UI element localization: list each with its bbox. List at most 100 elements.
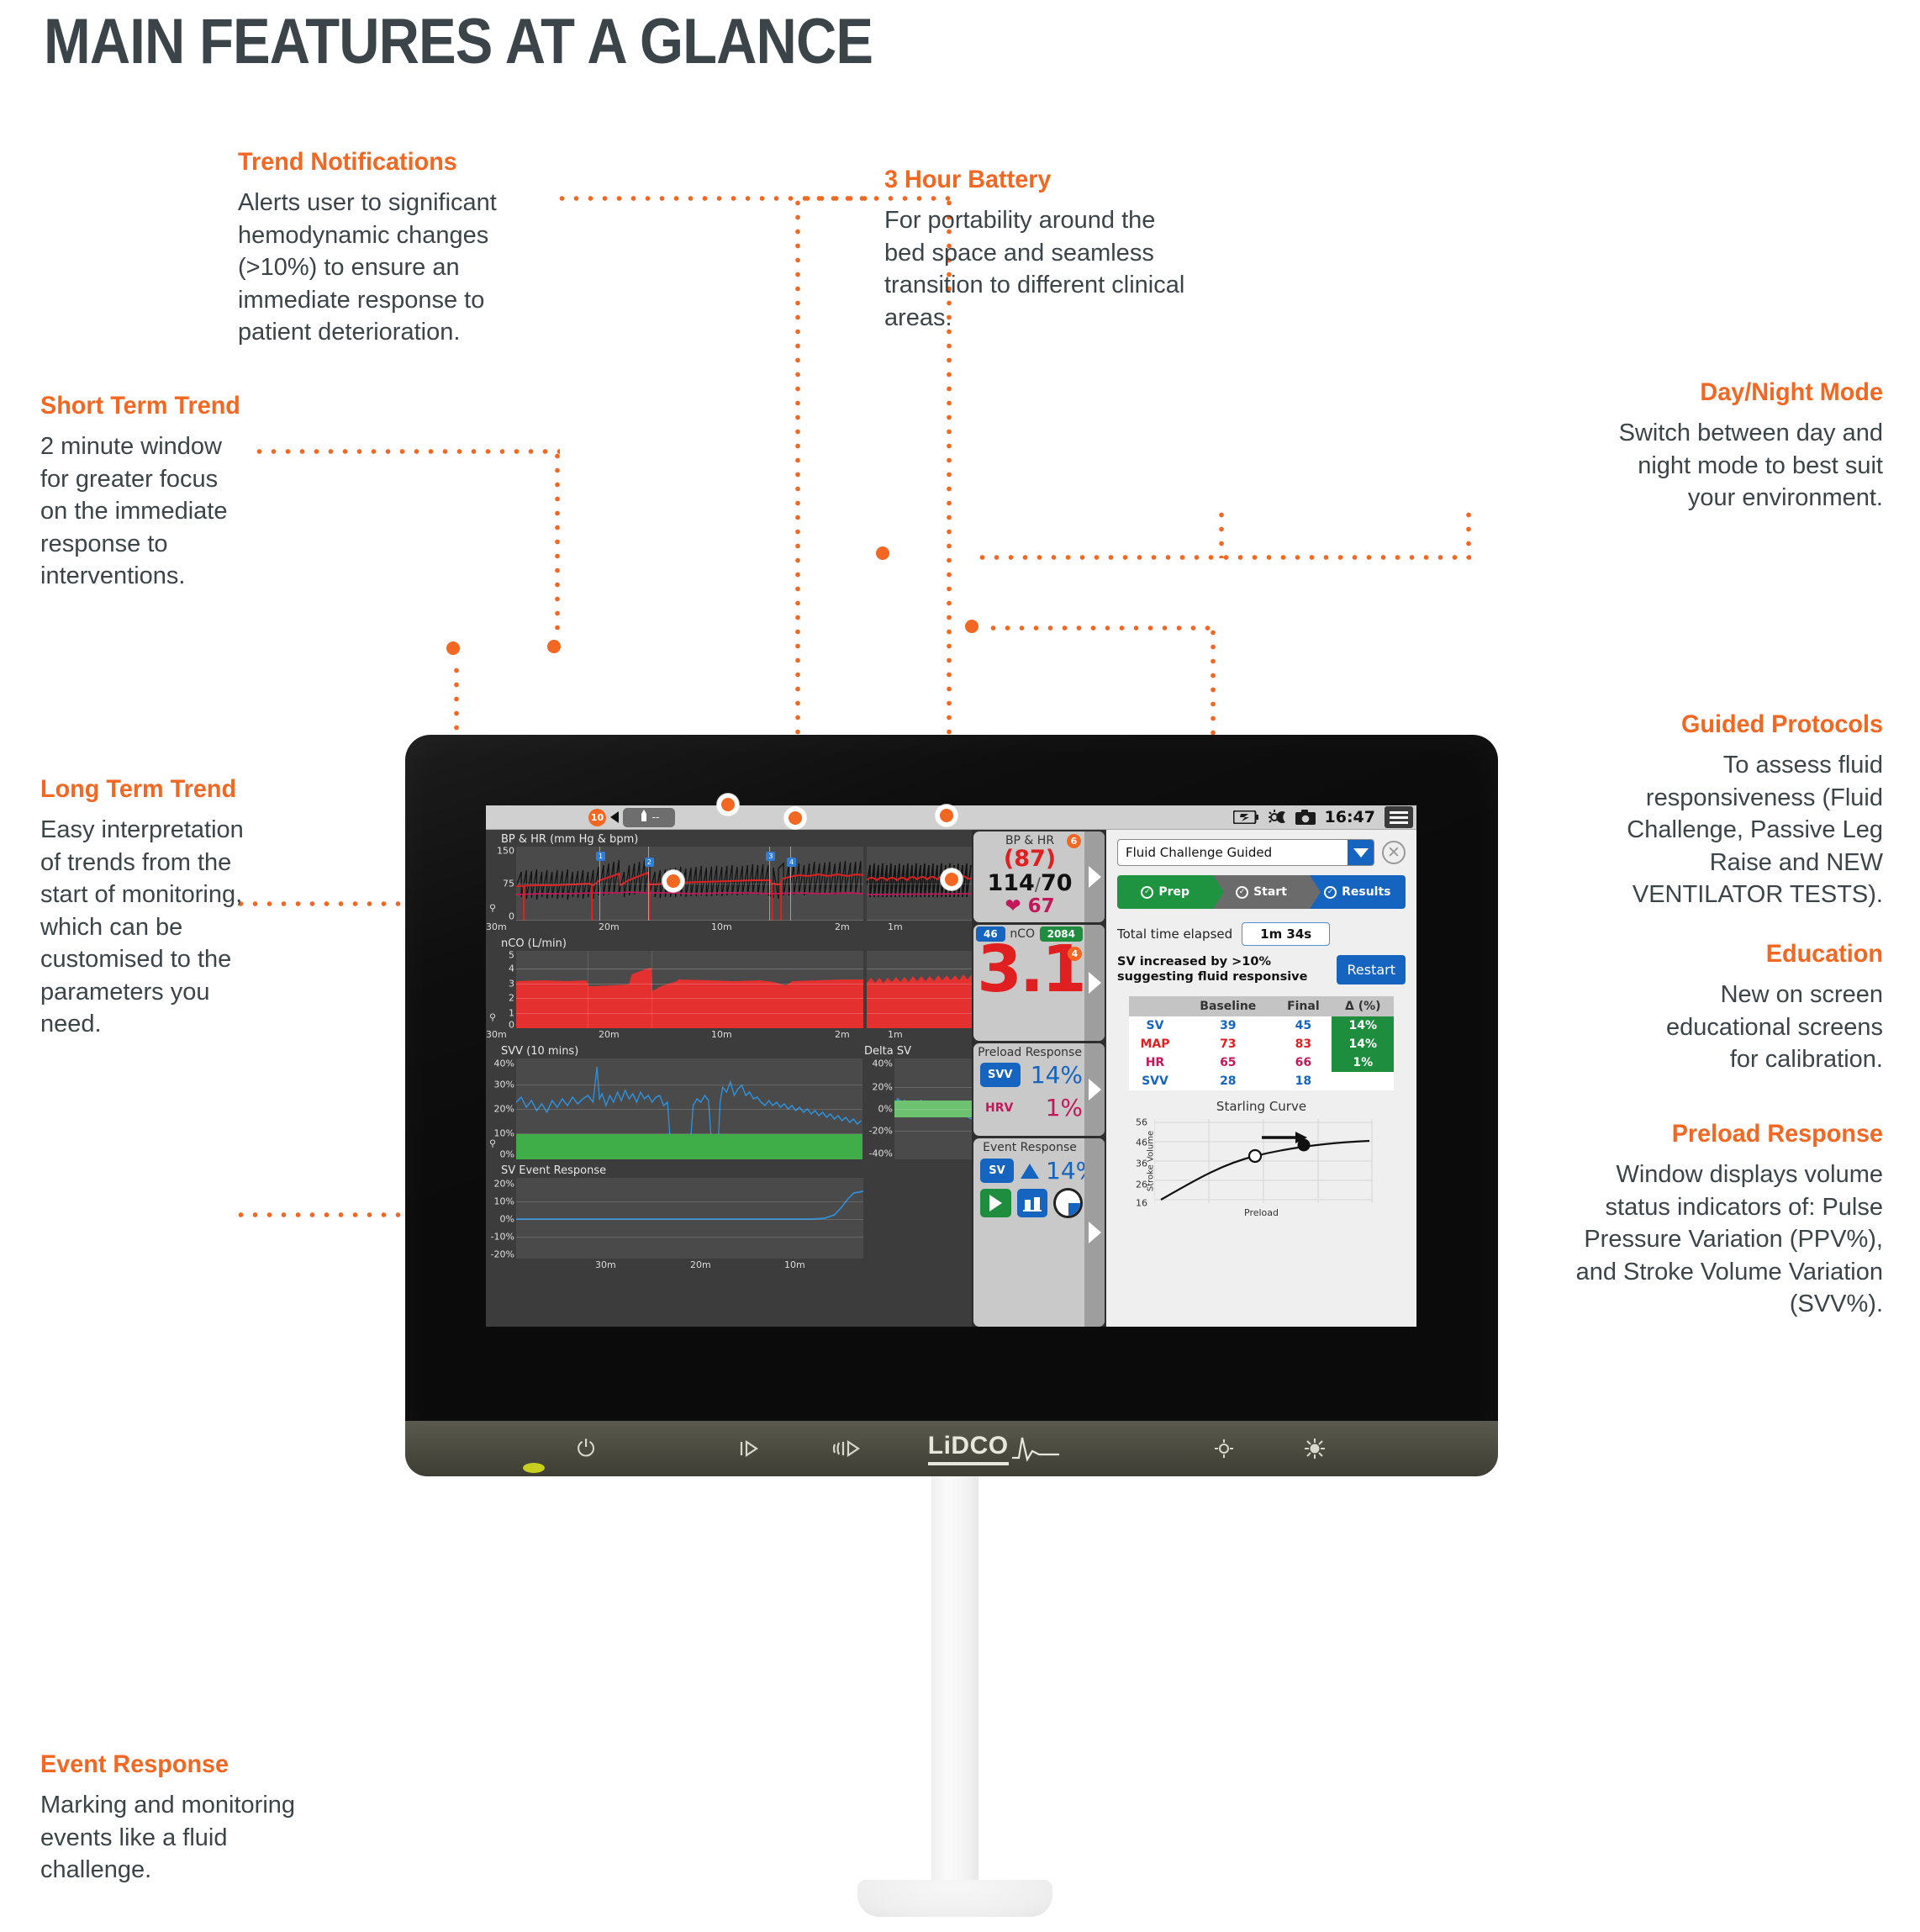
fluid-bolus-icon[interactable] [1017, 1189, 1048, 1217]
y-axis: 20% 10% 0% -10% -20% [486, 1178, 516, 1259]
tile-event-response[interactable]: Event Response SV 14% [973, 1138, 1105, 1327]
night-mode-icon[interactable] [1303, 1438, 1327, 1460]
battery-icon[interactable] [1232, 810, 1258, 824]
y-tick: 40% [493, 1058, 514, 1069]
zoom-icon[interactable]: ⚲ [489, 1012, 514, 1023]
baseline-value: 65 [1181, 1053, 1275, 1072]
plot-area[interactable] [516, 1178, 863, 1259]
check-icon: ✓ [1236, 885, 1249, 899]
chart-nco[interactable]: nCO (L/min) 5 4 3 2 1 0 ⚲ 30m 20m 10m 2m… [486, 937, 972, 1045]
plot-area[interactable] [516, 951, 863, 1028]
callout-title: Guided Protocols [1680, 710, 1883, 738]
chart-bp-hr[interactable]: BP & HR (mm Hg & bpm) 150 75 0 ⚲ 1 2 3 4… [486, 833, 972, 937]
zoom-icon[interactable]: ⚲ [489, 903, 514, 914]
callout-title: Event Response [40, 1750, 229, 1778]
sv-parameter-button[interactable]: SV [980, 1159, 1014, 1183]
plot-area-short[interactable] [867, 951, 972, 1028]
y-tick: 40% [872, 1058, 893, 1069]
expand-arrow-icon[interactable] [1084, 831, 1105, 922]
x-axis: 30m 20m 10m [486, 1259, 972, 1271]
menu-icon[interactable] [1385, 806, 1413, 828]
y-tick: 10% [493, 1196, 514, 1207]
connector-daynight-v [1219, 508, 1224, 558]
guided-protocol-panel[interactable]: Fluid Challenge Guided ✕ ✓ Prep ✓ Start [1106, 830, 1416, 1327]
col-param [1128, 996, 1182, 1016]
nco-alarm-badge[interactable]: 4 [1068, 947, 1082, 961]
probe-status-chip[interactable]: -- [623, 807, 675, 827]
callout-body: Switch between day and night mode to bes… [1618, 420, 1883, 512]
plot-area[interactable] [516, 1058, 862, 1159]
monitor-chin-bar: ⏻ LiDCO [405, 1421, 1498, 1476]
y-tick: 26 [1136, 1179, 1147, 1190]
tile-bp-hr[interactable]: 6 BP & HR (87) 114/70 ❤ 67 [973, 831, 1105, 922]
nco-area-short [867, 974, 972, 1028]
chart-sv-event-response[interactable]: SV Event Response 20% 10% 0% -10% -20% 3… [486, 1164, 972, 1327]
y-tick: -20% [490, 1248, 514, 1260]
svv-parameter-button[interactable]: SVV [980, 1063, 1021, 1087]
x-tick: 2m [835, 921, 850, 932]
event-marker[interactable]: 4 [787, 858, 797, 867]
event-marker[interactable]: 1 [595, 852, 605, 861]
step-prep[interactable]: ✓ Prep [1117, 875, 1225, 909]
step-start[interactable]: ✓ Start [1213, 875, 1321, 909]
step-label: Results [1342, 885, 1391, 899]
step-results[interactable]: ✓ Results [1309, 875, 1406, 909]
play-icon[interactable] [980, 1189, 1011, 1217]
power-icon[interactable]: ⏻ [577, 1437, 594, 1460]
close-icon[interactable]: ✕ [1382, 841, 1406, 864]
callout-title: Day/Night Mode [1700, 378, 1883, 406]
col-final: Final [1274, 996, 1332, 1016]
x-axis-label: Preload [1244, 1207, 1279, 1218]
plot-area-delta[interactable] [894, 1058, 972, 1159]
callout-title: Trend Notifications [238, 148, 457, 176]
tile-nco[interactable]: 46 nCO 2084 4 3.1 [973, 925, 1105, 1041]
chart-svv-deltasv[interactable]: SVV (10 mins) Delta SV 40% 30% 20% 10% 0… [486, 1045, 972, 1164]
y-tick: 2 [509, 992, 514, 1004]
trend-charts-column[interactable]: BP & HR (mm Hg & bpm) 150 75 0 ⚲ 1 2 3 4… [486, 830, 972, 1327]
zoom-icon[interactable]: ⚲ [489, 1138, 514, 1148]
tile-preload-response[interactable]: Preload Response SVV 14% HRV 1% [973, 1043, 1105, 1136]
starling-curve-chart: Starling Curve Stroke Volume 56 46 36 26… [1117, 1099, 1406, 1327]
y-tick: 3 [509, 978, 514, 990]
expand-arrow-icon[interactable] [1084, 925, 1105, 1041]
marker-preload-response [717, 794, 739, 816]
callout-long-term-trend: Long Term Trend Easy interpretation of t… [40, 775, 251, 1041]
nco-area [516, 968, 863, 1028]
param-name: MAP [1128, 1035, 1182, 1053]
day-night-mode-icon[interactable] [1268, 809, 1286, 826]
delta-value: 14% [1332, 1016, 1395, 1035]
delta-value: 14% [1332, 1035, 1395, 1053]
chart-title: BP & HR (mm Hg & bpm) [501, 833, 639, 846]
expand-arrow-icon[interactable] [1084, 1138, 1105, 1327]
clock-time: 16:47 [1324, 808, 1375, 826]
numeric-tiles-column[interactable]: 6 BP & HR (87) 114/70 ❤ 67 46 nCO 2084 4… [972, 830, 1106, 1327]
connector-guided-h [972, 626, 1216, 631]
plot-area[interactable]: 1 2 3 4 [516, 847, 863, 921]
x-tick: 1m [888, 1029, 903, 1040]
bp-alarm-badge[interactable]: 6 [1067, 834, 1081, 848]
expand-arrow-icon[interactable] [1084, 1043, 1105, 1136]
callout-body: 2 minute window for greater focus on the… [40, 433, 228, 590]
x-tick: 20m [690, 1259, 711, 1270]
chevron-down-icon[interactable] [1348, 840, 1374, 865]
event-marker[interactable]: 3 [766, 852, 776, 861]
table-row: SV 39 45 14% [1128, 1016, 1395, 1035]
callout-education: Education New on screen educational scre… [1648, 940, 1883, 1076]
restart-button[interactable]: Restart [1337, 955, 1406, 984]
collapse-arrow-icon[interactable] [610, 811, 619, 823]
table-row: SVV 28 18 [1128, 1072, 1395, 1090]
svv-value: 14% [1030, 1061, 1083, 1089]
alarm-pause-icon[interactable] [738, 1438, 767, 1460]
plot-area-short[interactable] [867, 1178, 972, 1259]
table-header-row: Baseline Final Δ (%) [1128, 996, 1395, 1016]
camera-icon[interactable] [1295, 810, 1316, 825]
protocol-select[interactable]: Fluid Challenge Guided [1117, 839, 1374, 866]
marker-long-term-trend [442, 637, 464, 659]
notification-count-badge[interactable]: 10 [588, 808, 606, 826]
callout-body: Window displays volume status indicators… [1575, 1161, 1883, 1318]
day-mode-icon[interactable] [1212, 1438, 1236, 1460]
trend-up-icon [1021, 1163, 1039, 1179]
alarm-silence-icon[interactable] [832, 1438, 868, 1460]
event-marker[interactable]: 2 [644, 858, 654, 867]
stopwatch-icon[interactable] [1053, 1188, 1083, 1218]
